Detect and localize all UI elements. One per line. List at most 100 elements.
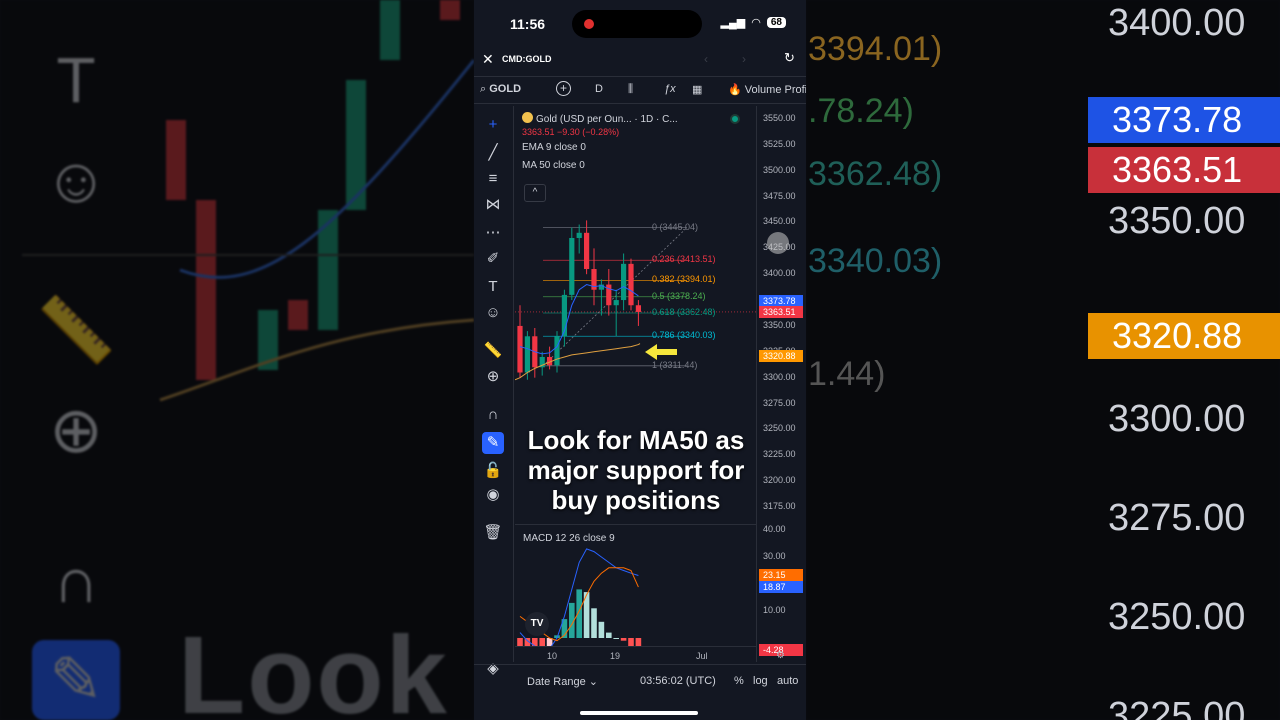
fib-level-label: 0.786 (3340.03)	[652, 330, 716, 341]
magnet-icon[interactable]: ∩	[482, 404, 504, 426]
tradingview-logo[interactable]: TV	[525, 612, 549, 636]
macd-histogram-bar	[539, 638, 545, 646]
lock-icon[interactable]: 🔓	[482, 460, 504, 482]
axis-settings-icon[interactable]: ⚙	[776, 650, 785, 661]
bottom-bar: Date Range ⌄ 03:56:02 (UTC) % log auto	[474, 664, 806, 696]
time-axis[interactable]: 10 19 Jul	[515, 646, 756, 662]
chart-toolbar: ⌕ GOLD + D ⫼ ƒx ▦ 🔥 Volume Profi	[474, 76, 806, 104]
background-fib-label: 1.44)	[808, 355, 886, 393]
trend-line-icon[interactable]: ╱	[482, 142, 504, 164]
price-axis[interactable]: 3550.003525.003500.003475.003450.003425.…	[756, 106, 806, 662]
brush-tool-icon[interactable]: ✐	[482, 248, 504, 270]
candle-body	[524, 336, 530, 373]
fib-level-label: 1 (3311.44)	[652, 359, 698, 370]
reload-icon[interactable]: ↻	[784, 50, 795, 66]
fib-level-label: 0.618 (3362.48)	[652, 307, 716, 318]
auto-toggle[interactable]: auto	[777, 675, 798, 687]
symbol-title: CMD:GOLD	[502, 54, 552, 64]
background-price-label: 3350.00	[1108, 200, 1246, 242]
legend-ema[interactable]: EMA 9 close 0	[522, 142, 678, 153]
touch-indicator	[767, 232, 789, 255]
candle-body	[613, 300, 619, 306]
text-tool-icon[interactable]: T	[482, 276, 504, 298]
price-tick: 3275.00	[763, 397, 796, 408]
price-tick: 3450.00	[763, 216, 796, 227]
zoom-in-icon[interactable]: ⊕	[482, 366, 504, 388]
background-caption: Look f 50 as	[178, 614, 474, 720]
background-fib-label: 3340.03)	[808, 242, 943, 280]
close-icon[interactable]: ✕	[482, 51, 494, 68]
price-badge: 3320.88	[759, 350, 803, 363]
templates-icon[interactable]: ▦	[692, 83, 702, 96]
trash-icon[interactable]: 🗑	[482, 522, 504, 544]
utc-clock[interactable]: 03:56:02 (UTC)	[640, 675, 716, 687]
timeframe-button[interactable]: D	[595, 83, 603, 95]
prediction-tool-icon[interactable]: ⋯	[482, 222, 504, 244]
market-open-indicator	[730, 114, 740, 124]
recording-dot-icon	[584, 19, 594, 29]
candle-body	[569, 237, 575, 295]
candle-body	[635, 305, 641, 312]
price-tick: 3200.00	[763, 475, 796, 486]
fib-level-label: 0.382 (3394.01)	[652, 274, 716, 285]
price-tick: 3550.00	[763, 113, 796, 123]
signal-icon: ▂▄▆	[720, 17, 746, 29]
date-range-button[interactable]: Date Range ⌄	[527, 675, 598, 688]
background-price-label: 3400.00	[1108, 2, 1246, 44]
battery-indicator: 68	[766, 17, 786, 28]
fib-level-label: 0 (3445.04)	[652, 221, 699, 232]
candle-body	[621, 263, 627, 301]
wifi-icon: ◠	[751, 17, 761, 29]
background-fib-label: .78.24)	[808, 92, 914, 130]
macd-tick: 30.00	[763, 551, 786, 561]
fib-level-label: 0.5 (3378.24)	[652, 290, 706, 301]
legend-title[interactable]: Gold (USD per Oun... · 1D · C...	[522, 112, 678, 125]
price-tick: 3475.00	[763, 190, 796, 201]
drawing-toolbar: + ╱ ≡ ⋈ ⋯ ✐ T ☺ 📏 ⊕ ∩ ✎ 🔓 ◉ 🗑 ◈	[474, 106, 514, 677]
status-time: 11:56	[510, 16, 546, 32]
time-tick: 10	[547, 651, 558, 661]
emoji-tool-icon[interactable]: ☺	[482, 302, 504, 324]
stay-in-drawing-mode-icon[interactable]: ✎	[482, 432, 504, 454]
ruler-tool-icon[interactable]: 📏	[482, 340, 504, 362]
home-indicator[interactable]	[580, 711, 698, 715]
background-price-label: 3300.00	[1108, 398, 1246, 440]
pane-separator[interactable]	[515, 524, 756, 525]
add-symbol-icon[interactable]: +	[556, 81, 571, 96]
status-bar: 11:56 ▂▄▆ ◠ 68	[474, 0, 806, 46]
pattern-tool-icon[interactable]: ⋈	[482, 194, 504, 216]
background-price-badge: 3320.88	[1088, 313, 1280, 359]
log-toggle[interactable]: log	[753, 675, 768, 687]
video-caption: Look for MA50 as major support for buy p…	[527, 425, 745, 515]
price-badge: 3363.51	[759, 305, 803, 318]
arrow-annotation	[645, 344, 677, 360]
fib-level-label: 0.236 (3413.51)	[652, 254, 716, 265]
eye-icon[interactable]: ◉	[482, 484, 504, 506]
percent-toggle[interactable]: %	[734, 675, 744, 687]
macd-tick: 10.00	[763, 605, 786, 615]
gold-icon	[522, 112, 533, 123]
volume-profile-button[interactable]: 🔥 Volume Profi	[728, 83, 806, 96]
indicators-icon[interactable]: ƒx	[664, 83, 676, 95]
symbol-search-button[interactable]: ⌕ GOLD	[480, 83, 521, 96]
price-chart[interactable]	[515, 106, 756, 646]
macd-histogram-bar	[606, 632, 612, 638]
dynamic-island	[572, 10, 702, 38]
crosshair-icon[interactable]: +	[482, 114, 504, 136]
candle-type-icon[interactable]: ⫼	[628, 83, 633, 96]
legend-ma[interactable]: MA 50 close 0	[522, 160, 678, 171]
candle-body	[517, 325, 523, 373]
fib-tool-icon[interactable]: ≡	[482, 168, 504, 190]
macd-legend[interactable]: MACD 12 26 close 9	[523, 533, 615, 544]
price-tick: 3225.00	[763, 449, 796, 460]
price-tick: 3500.00	[763, 164, 796, 175]
status-icons: ▂▄▆ ◠ 68	[721, 16, 786, 29]
macd-badge: 18.87	[759, 581, 803, 594]
price-tick: 3250.00	[763, 423, 796, 434]
collapse-legend-button[interactable]: ^	[524, 184, 546, 202]
background-price-label: 3275.00	[1108, 497, 1246, 539]
background-fib-label: 3394.01)	[808, 30, 943, 68]
legend-price: 3363.51 −9.30 (−0.28%)	[522, 127, 620, 137]
chevron-right-icon[interactable]: ›	[742, 52, 746, 66]
chevron-left-icon[interactable]: ‹	[704, 52, 708, 66]
